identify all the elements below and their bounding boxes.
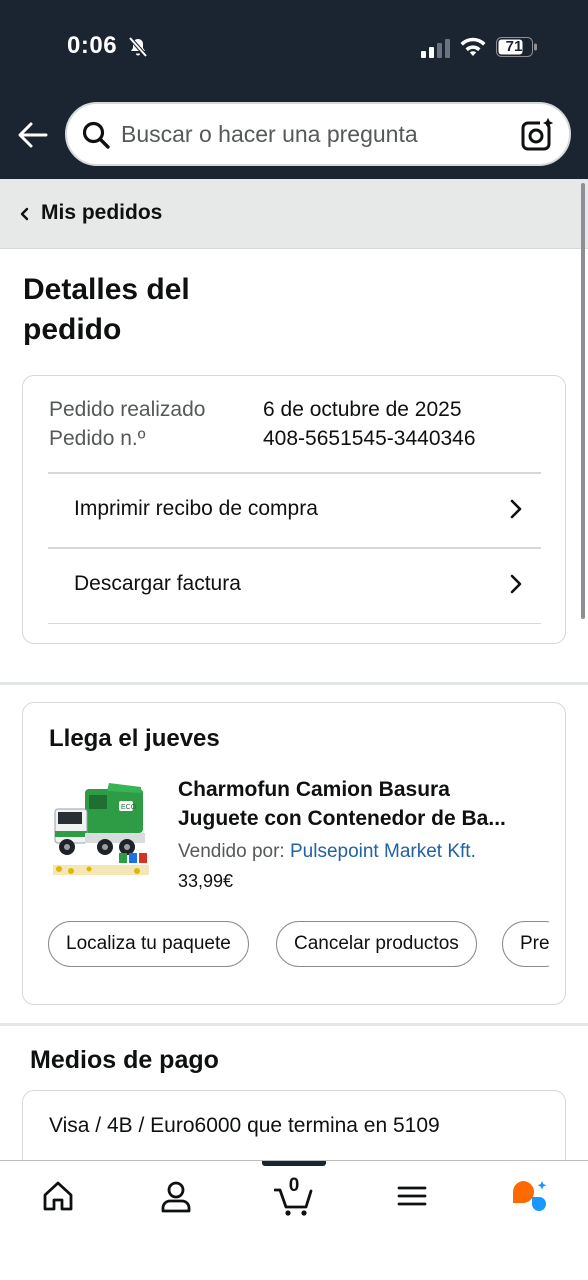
product-price: 33,99€ [178, 871, 234, 891]
divider [48, 623, 541, 624]
order-placed-label: Pedido realizado [49, 398, 206, 421]
account-icon [161, 1181, 191, 1213]
chevron-right-icon [510, 499, 522, 519]
delivery-status: Llega el jueves [49, 725, 220, 752]
product-title[interactable]: Charmofun Camion Basura Juguete con Cont… [178, 775, 548, 833]
scrollbar[interactable] [581, 183, 585, 619]
nav-home[interactable] [28, 1175, 88, 1221]
chevron-left-icon [20, 207, 29, 221]
order-placed-value: 6 de octubre de 2025 [263, 398, 462, 421]
download-invoice-label: Descargar factura [74, 572, 241, 595]
product-image[interactable]: ECO [49, 779, 153, 881]
camera-lens-icon[interactable] [521, 117, 555, 151]
cart-icon [274, 1188, 313, 1216]
order-number-label: Pedido n.º [49, 427, 146, 450]
back-arrow-icon[interactable] [16, 118, 50, 152]
product-title-line-2: Juguete con Contenedor de Ba... [178, 807, 506, 830]
battery-indicator: 71 [496, 37, 538, 57]
active-tab-indicator [262, 1161, 326, 1166]
nav-rufus[interactable] [498, 1175, 558, 1221]
product-title-line-1: Charmofun Camion Basura [178, 778, 450, 801]
nav-cart[interactable]: 0 [264, 1175, 324, 1221]
more-action-button[interactable]: Pre [502, 921, 549, 967]
search-input[interactable] [121, 104, 511, 164]
svg-text:ECO: ECO [121, 804, 137, 811]
print-receipt-link[interactable]: Imprimir recibo de compra [48, 472, 541, 546]
shipment-card: Llega el jueves ECO Charmofun Camion Bas… [22, 702, 566, 1005]
cancel-items-button[interactable]: Cancelar productos [276, 921, 477, 967]
home-icon [43, 1181, 73, 1211]
page-title: Detalles del pedido [23, 273, 190, 346]
seller-prefix: Vendido por: [178, 841, 285, 862]
rufus-assistant-icon [512, 1181, 547, 1211]
section-divider [0, 1023, 588, 1026]
bottom-nav: 0 [0, 1160, 588, 1280]
top-header: 0:06 71 [0, 0, 588, 179]
order-summary-card: Pedido realizado 6 de octubre de 2025 Pe… [22, 375, 566, 644]
seller-info: Vendido por: Pulsepoint Market Kft. [178, 841, 476, 863]
track-package-button[interactable]: Localiza tu paquete [48, 921, 249, 967]
cellular-signal-icon [421, 39, 450, 58]
nav-account[interactable] [146, 1175, 206, 1221]
breadcrumb-label[interactable]: Mis pedidos [41, 201, 162, 225]
breadcrumb[interactable]: Mis pedidos [0, 179, 588, 249]
section-divider [0, 682, 588, 685]
search-bar[interactable] [65, 102, 571, 166]
print-receipt-label: Imprimir recibo de compra [74, 497, 318, 520]
order-number-value: 408-5651545-3440346 [263, 427, 476, 450]
chevron-right-icon [510, 574, 522, 594]
payment-method-card: Visa / 4B / Euro6000 que termina en 5109 [22, 1090, 566, 1170]
bell-muted-icon [128, 36, 148, 58]
wifi-icon [460, 37, 486, 56]
status-time: 0:06 [67, 32, 118, 59]
nav-menu[interactable] [382, 1175, 442, 1221]
search-icon [82, 121, 110, 149]
seller-link[interactable]: Pulsepoint Market Kft. [290, 841, 476, 862]
payment-section-title: Medios de pago [30, 1046, 219, 1074]
payment-method: Visa / 4B / Euro6000 que termina en 5109 [49, 1114, 440, 1137]
menu-icon [397, 1186, 427, 1206]
battery-level: 71 [505, 38, 523, 55]
download-invoice-link[interactable]: Descargar factura [48, 547, 541, 621]
